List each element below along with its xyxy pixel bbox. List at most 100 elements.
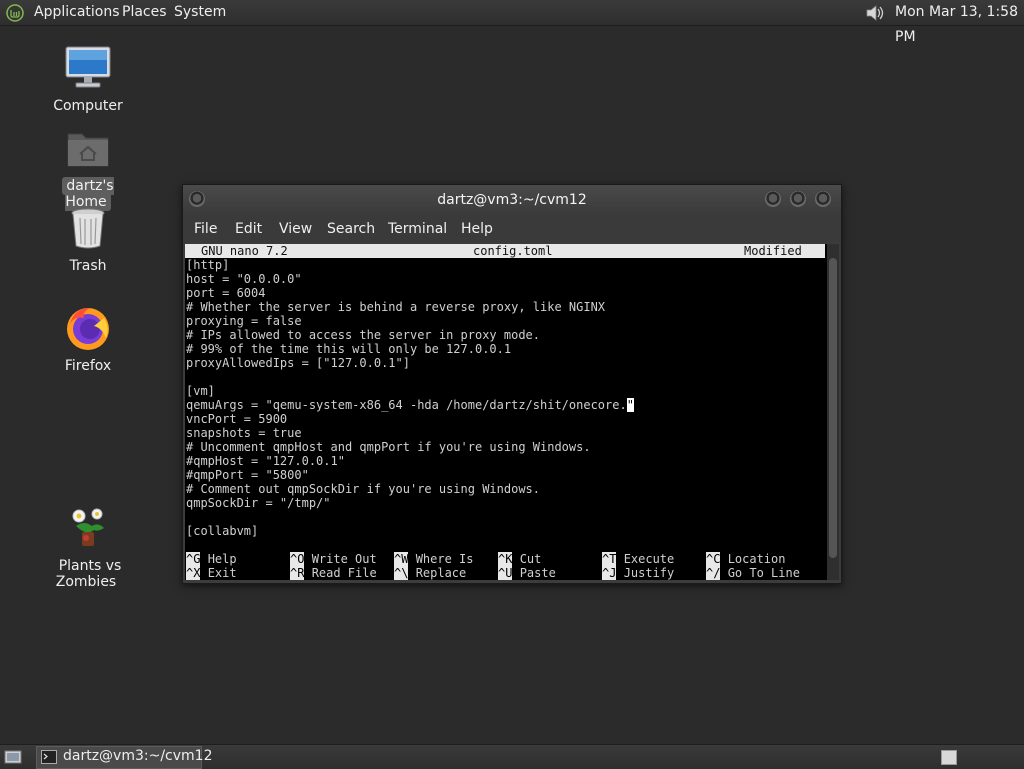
menu-search[interactable]: Search — [327, 221, 375, 237]
text-cursor: " — [626, 398, 634, 412]
menu-help[interactable]: Help — [461, 221, 493, 237]
shortcut-justify: ^J Justify — [602, 566, 674, 580]
terminal-icon — [41, 750, 57, 764]
nano-version: GNU nano 7.2 — [201, 244, 288, 258]
menu-edit[interactable]: Edit — [235, 221, 262, 237]
editor-line-cursor: qemuArgs = "qemu-system-x86_64 -hda /hom… — [186, 398, 634, 412]
shortcut-label: Go To Line — [727, 566, 800, 580]
editor-line: [vm] — [186, 384, 215, 398]
linux-mint-logo-icon[interactable] — [6, 4, 24, 22]
shortcut-write-out: ^O Write Out — [290, 552, 377, 566]
workspace-switcher[interactable] — [941, 750, 957, 765]
window-title: dartz@vm3:~/cvm12 — [437, 192, 587, 208]
terminal-window[interactable]: dartz@vm3:~/cvm12 File Edit View Search … — [182, 184, 842, 584]
shortcut-key: ^W — [394, 552, 409, 566]
terminal-content[interactable]: GNU nano 7.2 config.toml Modified [http]… — [185, 244, 827, 580]
home-folder-icon — [64, 124, 112, 172]
shortcut-key: ^T — [602, 552, 617, 566]
shortcut-help: ^G Help — [186, 552, 237, 566]
menu-view[interactable]: View — [279, 221, 312, 237]
shortcut-label: Read File — [311, 566, 377, 580]
shortcut-key: ^R — [290, 566, 305, 580]
shortcut-where-is: ^W Where Is — [394, 552, 473, 566]
shortcut-label: Justify — [623, 566, 675, 580]
shortcut-key: ^X — [186, 566, 201, 580]
editor-line: snapshots = true — [186, 426, 302, 440]
firefox-icon — [64, 304, 112, 352]
bottom-panel: dartz@vm3:~/cvm12 — [0, 744, 1024, 769]
computer-icon — [64, 44, 112, 92]
taskbar-button-label: dartz@vm3:~/cvm12 — [63, 748, 213, 764]
minimize-button[interactable] — [765, 191, 781, 207]
shortcut-key: ^G — [186, 552, 201, 566]
terminal-menubar: File Edit View Search Terminal Help — [183, 215, 841, 243]
trash-icon — [64, 204, 112, 252]
shortcut-label: Cut — [519, 552, 542, 566]
editor-line-text: qemuArgs = "qemu-system-x86_64 -hda /hom… — [186, 398, 627, 412]
system-menu[interactable]: System — [174, 0, 226, 25]
desktop-icon-label: Trash — [69, 258, 107, 274]
shortcut-read-file: ^R Read File — [290, 566, 377, 580]
desktop-icon-label: Plants vs Zombies — [55, 558, 122, 590]
window-titlebar[interactable]: dartz@vm3:~/cvm12 — [183, 185, 841, 215]
editor-line: port = 6004 — [186, 286, 266, 300]
terminal-scrollbar[interactable] — [827, 244, 839, 580]
nano-header: GNU nano 7.2 config.toml Modified — [185, 244, 825, 258]
shortcut-cut: ^K Cut — [498, 552, 541, 566]
shortcut-label: Paste — [519, 566, 556, 580]
editor-line: [http] — [186, 258, 230, 272]
shortcut-label: Where Is — [415, 552, 474, 566]
shortcut-key: ^/ — [706, 566, 721, 580]
shortcut-label: Help — [207, 552, 237, 566]
plants-vs-zombies-icon — [64, 504, 112, 552]
desktop-icon-label: Firefox — [64, 358, 112, 374]
shortcut-label: Execute — [623, 552, 675, 566]
shortcut-paste: ^U Paste — [498, 566, 556, 580]
desktop-icon-computer[interactable]: Computer — [38, 44, 138, 116]
shortcut-label: Write Out — [311, 552, 377, 566]
shortcut-key: ^\ — [394, 566, 409, 580]
shortcut-exit: ^X Exit — [186, 566, 237, 580]
shortcut-label: Replace — [415, 566, 467, 580]
places-menu[interactable]: Places — [122, 0, 167, 25]
taskbar-terminal-button[interactable]: dartz@vm3:~/cvm12 — [36, 746, 213, 769]
editor-line: proxyAllowedIps = ["127.0.0.1"] — [186, 356, 410, 370]
shortcut-replace: ^\ Replace — [394, 566, 466, 580]
editor-line: [collabvm] — [186, 524, 259, 538]
editor-line: host = "0.0.0.0" — [186, 272, 302, 286]
shortcut-key: ^U — [498, 566, 513, 580]
desktop-icon-firefox[interactable]: Firefox — [38, 304, 138, 376]
nano-status: Modified — [744, 244, 802, 258]
applications-menu[interactable]: Applications — [34, 0, 120, 25]
maximize-button[interactable] — [790, 191, 806, 207]
shortcut-key: ^C — [706, 552, 721, 566]
shortcut-location: ^C Location — [706, 552, 785, 566]
menu-file[interactable]: File — [194, 221, 217, 237]
editor-line: proxying = false — [186, 314, 302, 328]
desktop-icon-trash[interactable]: Trash — [38, 204, 138, 276]
shortcut-label: Exit — [207, 566, 237, 580]
nano-filename: config.toml — [473, 244, 553, 258]
editor-line: # Whether the server is behind a reverse… — [186, 300, 606, 314]
desktop-icon-plants-vs-zombies[interactable]: Plants vs Zombies — [38, 504, 138, 590]
clock[interactable]: Mon Mar 13, 1:58 PM — [895, 0, 1024, 50]
shortcut-label: Location — [727, 552, 786, 566]
show-desktop-icon[interactable] — [4, 749, 22, 765]
desktop-icon-label: Computer — [53, 98, 123, 114]
shortcut-key: ^K — [498, 552, 513, 566]
editor-line: vncPort = 5900 — [186, 412, 288, 426]
editor-line: #qmpHost = "127.0.0.1" — [186, 454, 345, 468]
editor-line: #qmpPort = "5800" — [186, 468, 309, 482]
editor-line: qmpSockDir = "/tmp/" — [186, 496, 331, 510]
close-button[interactable] — [815, 191, 831, 207]
editor-line: # Uncomment qmpHost and qmpPort if you'r… — [186, 440, 591, 454]
menu-terminal[interactable]: Terminal — [388, 221, 447, 237]
scrollbar-thumb[interactable] — [829, 258, 837, 558]
desktop-icon-home[interactable]: dartz's Home — [38, 124, 138, 211]
shortcut-execute: ^T Execute — [602, 552, 674, 566]
editor-line: # 99% of the time this will only be 127.… — [186, 342, 512, 356]
volume-icon[interactable] — [864, 3, 886, 23]
top-panel: Applications Places System Mon Mar 13, 1… — [0, 0, 1024, 45]
editor-line: # IPs allowed to access the server in pr… — [186, 328, 541, 342]
shortcut-go-to-line: ^/ Go To Line — [706, 566, 800, 580]
